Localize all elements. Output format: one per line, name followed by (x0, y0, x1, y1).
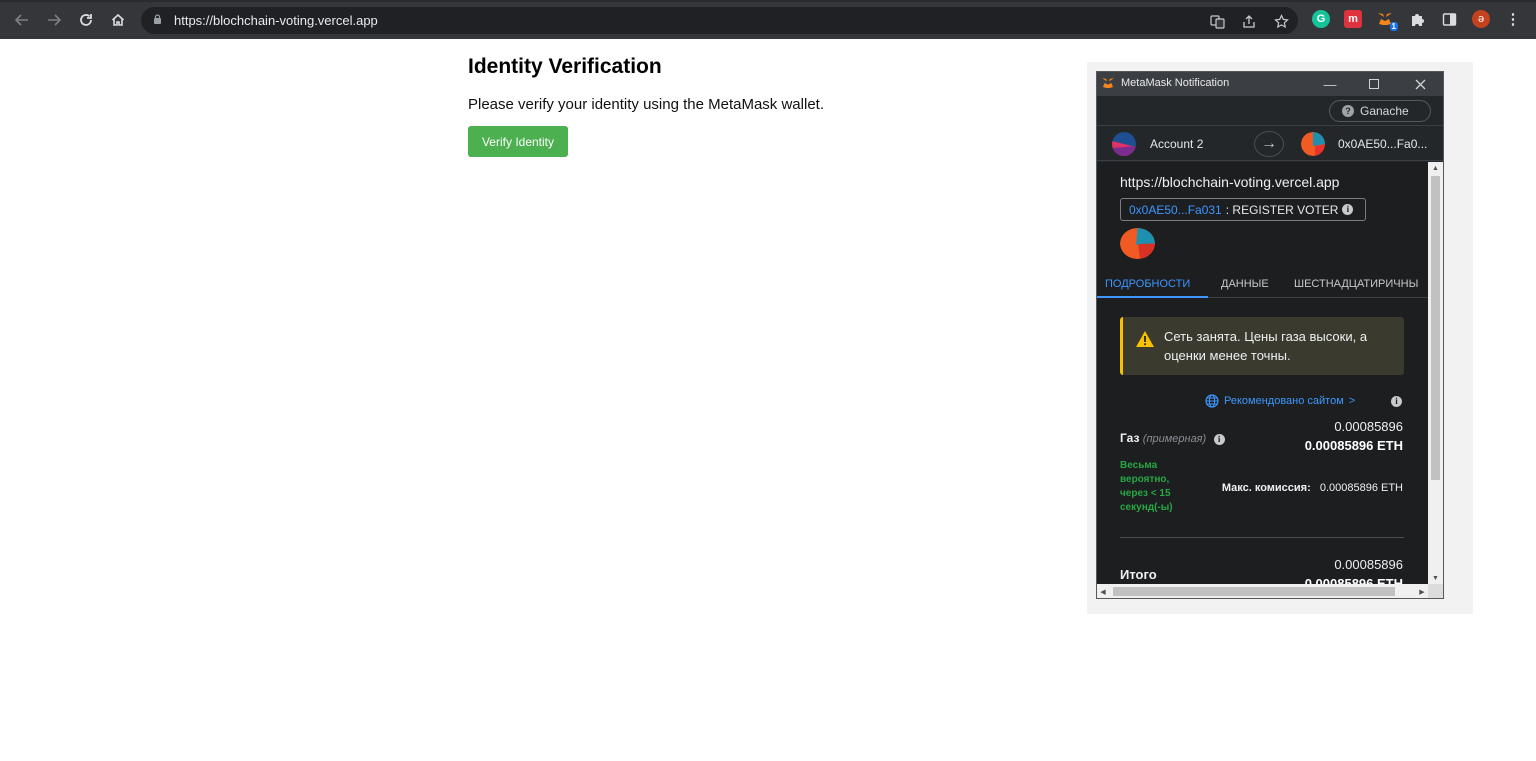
address-bar[interactable]: https://blochchain-voting.vercel.app (141, 7, 1298, 34)
share-icon[interactable] (1240, 12, 1258, 30)
warning-triangle-icon (1136, 331, 1154, 347)
vertical-scroll-thumb[interactable] (1431, 176, 1440, 480)
metamask-popup: MetaMask Notification — ? Ganache Accoun… (1096, 71, 1444, 599)
extensions-puzzle-icon[interactable] (1408, 10, 1426, 28)
contract-avatar (1120, 228, 1155, 259)
profile-avatar[interactable]: ә (1472, 10, 1490, 28)
max-fee: Макс. комиссия: 0.00085896 ETH (1222, 482, 1403, 494)
section-divider (1120, 537, 1404, 538)
metamask-fox-icon (1102, 78, 1114, 88)
tab-strip-edge (0, 0, 1536, 2)
gas-label: Газ (примерная) i (1120, 431, 1225, 445)
tab-data[interactable]: ДАННЫЕ (1221, 278, 1269, 290)
active-tab-indicator (1097, 296, 1208, 298)
popup-title: MetaMask Notification (1121, 77, 1230, 89)
network-busy-warning: Сеть занята. Цены газа высоки, а оценки … (1120, 317, 1404, 375)
total-label: Итого (1120, 567, 1157, 582)
details-tabs: ПОДРОБНОСТИ ДАННЫЕ ШЕСТНАДЦАТИРИЧНЫ (1097, 270, 1428, 298)
chevron-right-icon: > (1348, 395, 1356, 407)
max-fee-value: 0.00085896 ETH (1319, 482, 1403, 494)
back-button[interactable] (11, 9, 33, 31)
method-name: : REGISTER VOTER (1225, 202, 1339, 217)
scroll-right-arrow-icon[interactable]: ▶ (1416, 584, 1428, 598)
arrow-right-icon: → (1254, 131, 1284, 157)
scroll-left-arrow-icon[interactable]: ◀ (1097, 584, 1109, 598)
question-icon: ? (1342, 105, 1354, 117)
tab-hex[interactable]: ШЕСТНАДЦАТИРИЧНЫ (1294, 278, 1418, 290)
mega-extension-icon[interactable]: m (1344, 10, 1362, 28)
confirmation-content[interactable]: https://blochchain-voting.vercel.app 0x0… (1097, 162, 1428, 584)
page-title: Identity Verification (468, 55, 662, 78)
translate-icon[interactable] (1208, 12, 1226, 30)
arrow-right-icon (48, 14, 62, 26)
extension-badge: 1 (1389, 22, 1398, 31)
home-button[interactable] (107, 9, 129, 31)
total-value: 0.00085896 (1334, 557, 1403, 572)
reload-button[interactable] (75, 9, 97, 31)
globe-icon (1205, 394, 1219, 408)
scrollbar-corner (1428, 584, 1443, 598)
account-bar: Account 2 → 0x0AE50...Fa0... (1097, 127, 1443, 161)
from-account-avatar (1112, 132, 1136, 156)
gas-title: Газ (1120, 431, 1140, 445)
to-address[interactable]: 0x0AE50...Fa0... (1338, 137, 1427, 151)
metamask-extension-icon[interactable]: 1 (1376, 10, 1398, 31)
gas-estimate-label: (примерная) (1142, 433, 1207, 445)
page-instruction: Please verify your identity using the Me… (468, 96, 824, 113)
arrow-left-icon (14, 14, 28, 26)
total-value-eth: 0.00085896 ETH (1304, 576, 1403, 584)
method-badge: 0x0AE50...Fa031 : REGISTER VOTER i (1120, 198, 1366, 221)
from-account-name: Account 2 (1150, 137, 1204, 151)
scroll-down-arrow-icon[interactable]: ▼ (1428, 572, 1443, 584)
maximize-icon[interactable] (1363, 73, 1385, 95)
url-text[interactable]: https://blochchain-voting.vercel.app (174, 13, 378, 28)
popup-titlebar[interactable]: MetaMask Notification — (1097, 72, 1443, 96)
to-account-avatar (1301, 132, 1325, 156)
recommended-info-icon[interactable]: i (1391, 396, 1402, 407)
network-selector[interactable]: ? Ganache (1329, 100, 1431, 122)
verify-identity-button[interactable]: Verify Identity (468, 126, 568, 157)
gas-value-eth: 0.00085896 ETH (1304, 438, 1403, 453)
contract-address-link[interactable]: 0x0AE50...Fa031 (1129, 203, 1222, 217)
browser-toolbar: https://blochchain-voting.vercel.app G m… (0, 0, 1536, 39)
gas-info-icon[interactable]: i (1213, 434, 1225, 445)
side-panel-icon[interactable] (1440, 10, 1458, 28)
confirmation-time-estimate: Весьма вероятно, через < 15 секунд(-ы) (1120, 460, 1173, 513)
minimize-icon[interactable]: — (1319, 73, 1341, 95)
network-name: Ganache (1360, 104, 1409, 118)
vertical-scrollbar[interactable]: ▲ ▼ (1428, 162, 1443, 584)
reload-icon (80, 14, 92, 26)
lock-icon (154, 14, 161, 24)
menu-kebab-icon[interactable]: ⋮ (1504, 10, 1522, 28)
bookmark-star-icon[interactable] (1272, 12, 1290, 30)
gas-value: 0.00085896 (1334, 419, 1403, 434)
grammarly-extension-icon[interactable]: G (1312, 10, 1330, 28)
info-icon[interactable]: i (1342, 204, 1354, 215)
scroll-up-arrow-icon[interactable]: ▲ (1428, 162, 1443, 174)
recommended-by-site[interactable]: Рекомендовано сайтом > (1205, 394, 1355, 408)
forward-button[interactable] (43, 9, 65, 31)
warning-text: Сеть занята. Цены газа высоки, а оценки … (1164, 329, 1368, 363)
recommended-label: Рекомендовано сайтом (1224, 395, 1344, 407)
close-icon[interactable] (1409, 73, 1431, 95)
home-icon (111, 13, 125, 26)
horizontal-scrollbar[interactable]: ◀ ▶ (1097, 584, 1428, 598)
max-fee-label: Макс. комиссия: (1221, 482, 1311, 494)
tab-details[interactable]: ПОДРОБНОСТИ (1105, 278, 1190, 290)
network-bar: ? Ganache (1097, 96, 1443, 126)
horizontal-scroll-thumb[interactable] (1113, 587, 1395, 596)
site-origin: https://blochchain-voting.vercel.app (1120, 174, 1340, 190)
